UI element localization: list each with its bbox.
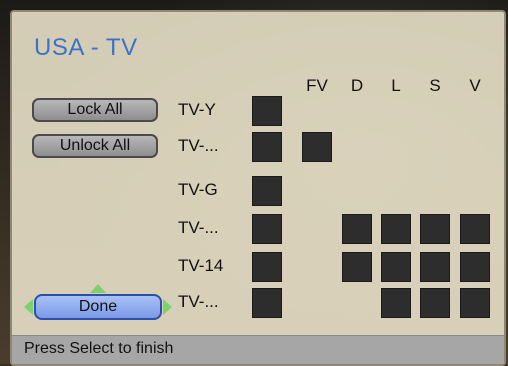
content-lock-cell-v[interactable] [460,288,490,318]
column-header-fv: FV [306,76,328,95]
content-lock-cell-s[interactable] [420,252,450,282]
content-lock-cell-d[interactable] [342,252,372,282]
rating-label: TV-... [178,136,219,155]
rating-lock-cell[interactable] [252,96,282,126]
nav-left-arrow-icon [24,299,33,315]
rating-label: TV-... [178,218,219,237]
done-button[interactable]: Done [34,294,162,320]
status-text: Press Select to finish [24,340,174,357]
content-lock-cell-fv[interactable] [302,132,332,162]
content-lock-cell-v[interactable] [460,252,490,282]
content-lock-cell-d[interactable] [342,214,372,244]
column-header-d: D [350,76,364,95]
rating-label: TV-... [178,292,219,311]
column-header-v: V [469,76,481,95]
status-bar: Press Select to finish [12,335,504,364]
rating-lock-cell[interactable] [252,252,282,282]
parental-controls-panel: USA - TV FV D L S V Lock All Unlock All … [10,10,506,366]
rating-lock-cell[interactable] [252,176,282,206]
rating-label: TV-14 [178,256,224,275]
content-lock-cell-l[interactable] [381,288,411,318]
content-lock-cell-l[interactable] [381,252,411,282]
lock-all-button[interactable]: Lock All [32,98,158,122]
column-header-l: L [391,76,401,95]
rating-label: TV-G [178,180,218,199]
content-lock-cell-v[interactable] [460,214,490,244]
nav-up-arrow-icon [90,284,106,293]
column-header-s: S [429,76,441,95]
rating-lock-cell[interactable] [252,132,282,162]
unlock-all-button[interactable]: Unlock All [32,134,158,158]
rating-lock-cell[interactable] [252,214,282,244]
done-control: Done [24,282,174,330]
panel-title: USA - TV [34,34,138,61]
rating-lock-cell[interactable] [252,288,282,318]
content-lock-cell-l[interactable] [381,214,411,244]
rating-label: TV-Y [178,100,216,119]
nav-right-arrow-icon [163,299,172,315]
content-lock-cell-s[interactable] [420,288,450,318]
content-lock-cell-s[interactable] [420,214,450,244]
